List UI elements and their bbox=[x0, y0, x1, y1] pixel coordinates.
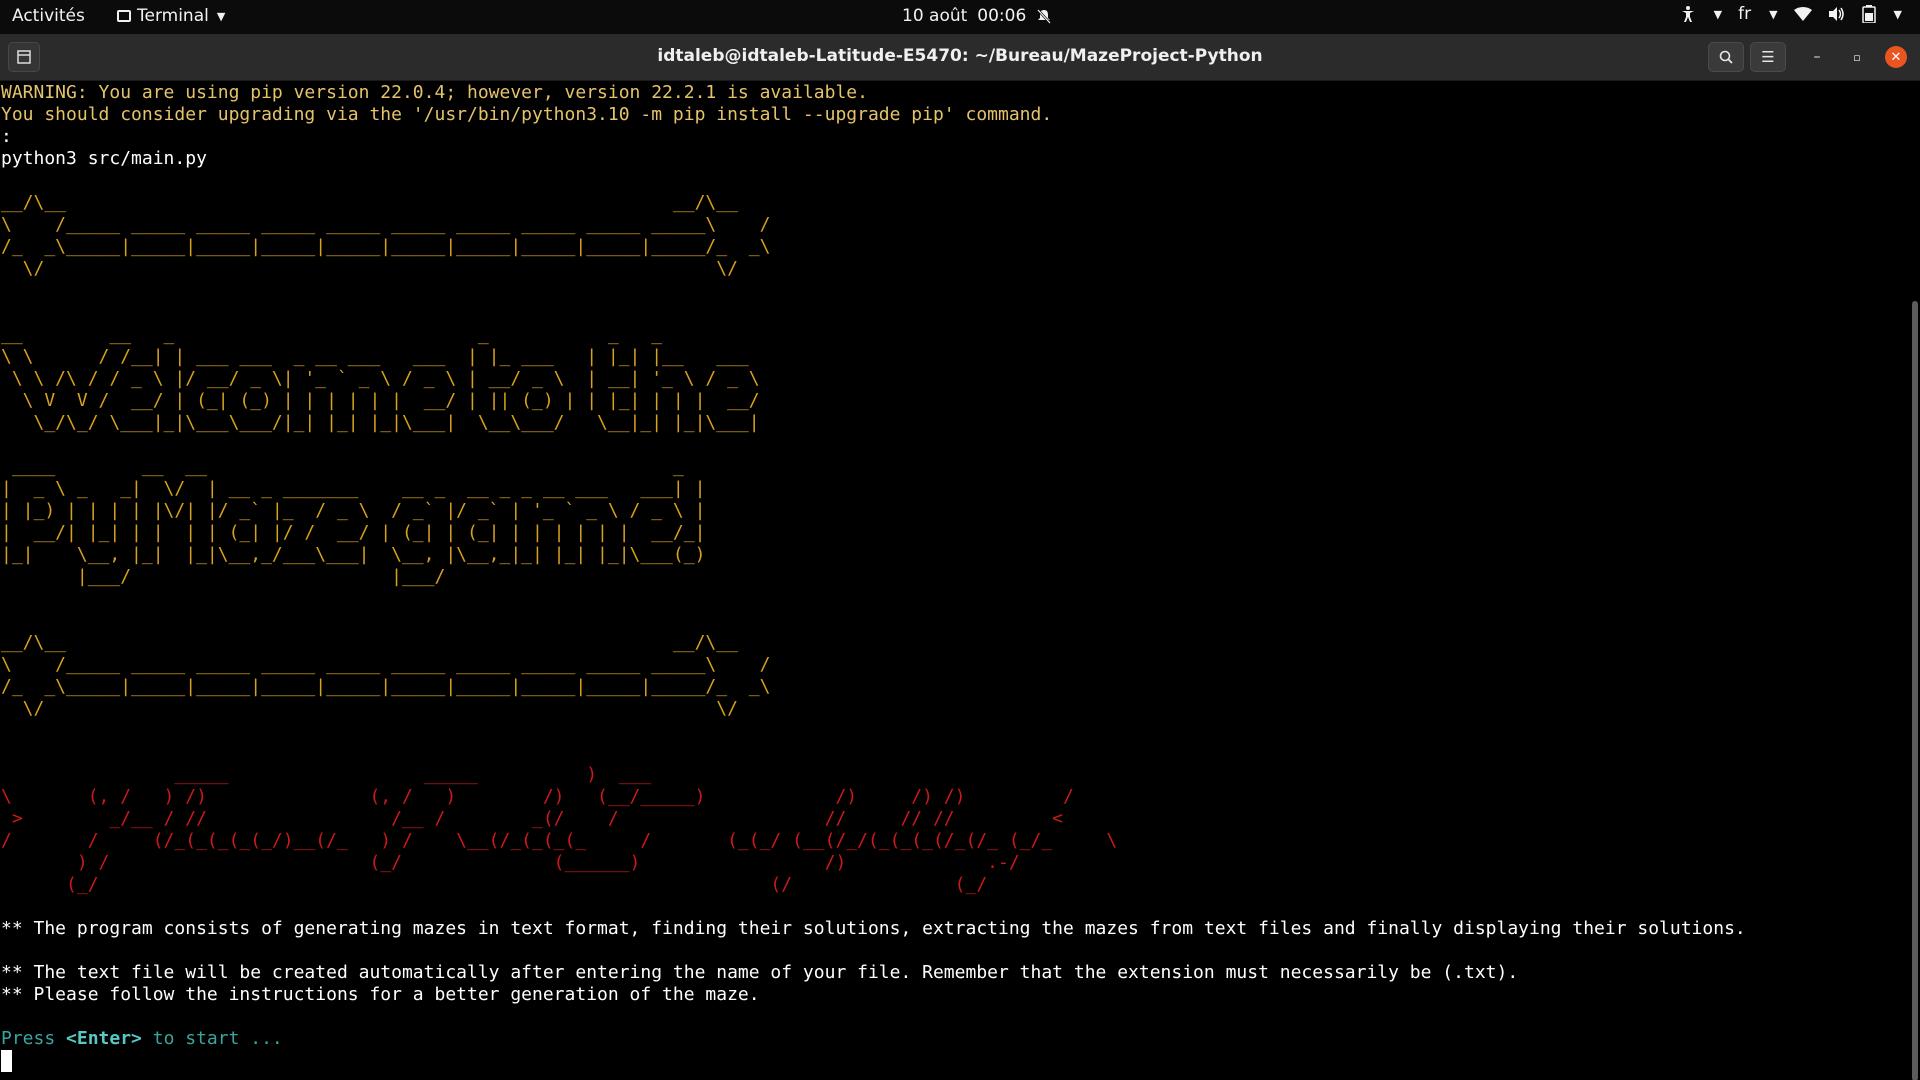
welcome-ascii-art: __ __ _ _ _ _ \ \ / /__| | ___ ___ _ __ … bbox=[1, 324, 760, 433]
terminal-icon bbox=[117, 10, 131, 22]
chevron-down-icon[interactable]: ▼ bbox=[1769, 8, 1777, 21]
bell-off-icon bbox=[1037, 9, 1052, 24]
prompt-key: <Enter> bbox=[66, 1028, 142, 1049]
author-ascii-art: _____ _____ ) ___ \ (, / ) /) (, / ) /) … bbox=[1, 764, 1118, 895]
close-button[interactable]: ✕ bbox=[1885, 46, 1907, 68]
chevron-down-icon: ▼ bbox=[216, 9, 226, 23]
menu-button[interactable]: ☰ bbox=[1750, 42, 1786, 72]
terminal-view[interactable]: WARNING: You are using pip version 22.0.… bbox=[0, 81, 1920, 1080]
chevron-down-icon[interactable]: ▼ bbox=[1894, 8, 1902, 21]
activities-button[interactable]: Activités bbox=[12, 6, 85, 26]
close-icon: ✕ bbox=[1890, 49, 1902, 65]
language-indicator[interactable]: fr bbox=[1738, 4, 1751, 24]
text-cursor bbox=[1, 1050, 12, 1072]
prompt-suffix: to start ... bbox=[141, 1028, 283, 1049]
window-title: idtaleb@idtaleb-Latitude-E5470: ~/Bureau… bbox=[657, 46, 1263, 66]
app-menu[interactable]: Terminal ▼ bbox=[117, 6, 225, 26]
search-icon bbox=[1719, 50, 1733, 64]
date: 10 août bbox=[902, 6, 968, 26]
minimize-button[interactable]: – bbox=[1806, 46, 1828, 68]
banner-bottom-art: __/\__ __/\__ \ /_____ _____ _____ _____… bbox=[1, 632, 771, 719]
chevron-down-icon[interactable]: ▼ bbox=[1714, 8, 1722, 21]
minimize-icon: – bbox=[1813, 49, 1821, 65]
colon-line: : bbox=[1, 126, 12, 147]
terminal-headerbar: idtaleb@idtaleb-Latitude-E5470: ~/Bureau… bbox=[0, 34, 1920, 81]
command-line: python3 src/main.py bbox=[1, 148, 207, 169]
pymaze-ascii-art: ____ __ __ _ | _ \ _ _| \/ | __ _ ______… bbox=[1, 456, 706, 587]
maximize-icon: ▫ bbox=[1853, 50, 1861, 64]
app-name: Terminal bbox=[137, 6, 209, 26]
battery-icon bbox=[1861, 5, 1876, 23]
info-line-text-file: ** The text file will be created automat… bbox=[1, 962, 1519, 983]
hamburger-icon: ☰ bbox=[1761, 48, 1775, 66]
volume-icon bbox=[1828, 7, 1844, 21]
pip-upgrade-line: You should consider upgrading via the '/… bbox=[1, 104, 1053, 125]
wifi-icon bbox=[1793, 7, 1812, 21]
maximize-button[interactable]: ▫ bbox=[1846, 46, 1868, 68]
search-button[interactable] bbox=[1708, 42, 1744, 72]
start-prompt: Press <Enter> to start ... bbox=[1, 1028, 283, 1050]
scrollbar[interactable] bbox=[1912, 301, 1918, 1080]
info-line-program: ** The program consists of generating ma… bbox=[1, 918, 1746, 939]
gnome-top-bar: Activités Terminal ▼ 10 août 00:06 ▼ fr … bbox=[0, 0, 1920, 34]
system-status-area[interactable]: ▼ fr ▼ ▼ bbox=[1680, 4, 1902, 24]
prompt-prefix: Press bbox=[1, 1028, 67, 1049]
accessibility-icon[interactable] bbox=[1680, 5, 1696, 23]
clock[interactable]: 10 août 00:06 bbox=[902, 6, 1052, 26]
banner-top-art: __/\__ __/\__ \ /_____ _____ _____ _____… bbox=[1, 192, 771, 279]
pip-warning-line: WARNING: You are using pip version 22.0.… bbox=[1, 82, 868, 103]
time: 00:06 bbox=[977, 6, 1027, 26]
info-line-instructions: ** Please follow the instructions for a … bbox=[1, 984, 760, 1005]
